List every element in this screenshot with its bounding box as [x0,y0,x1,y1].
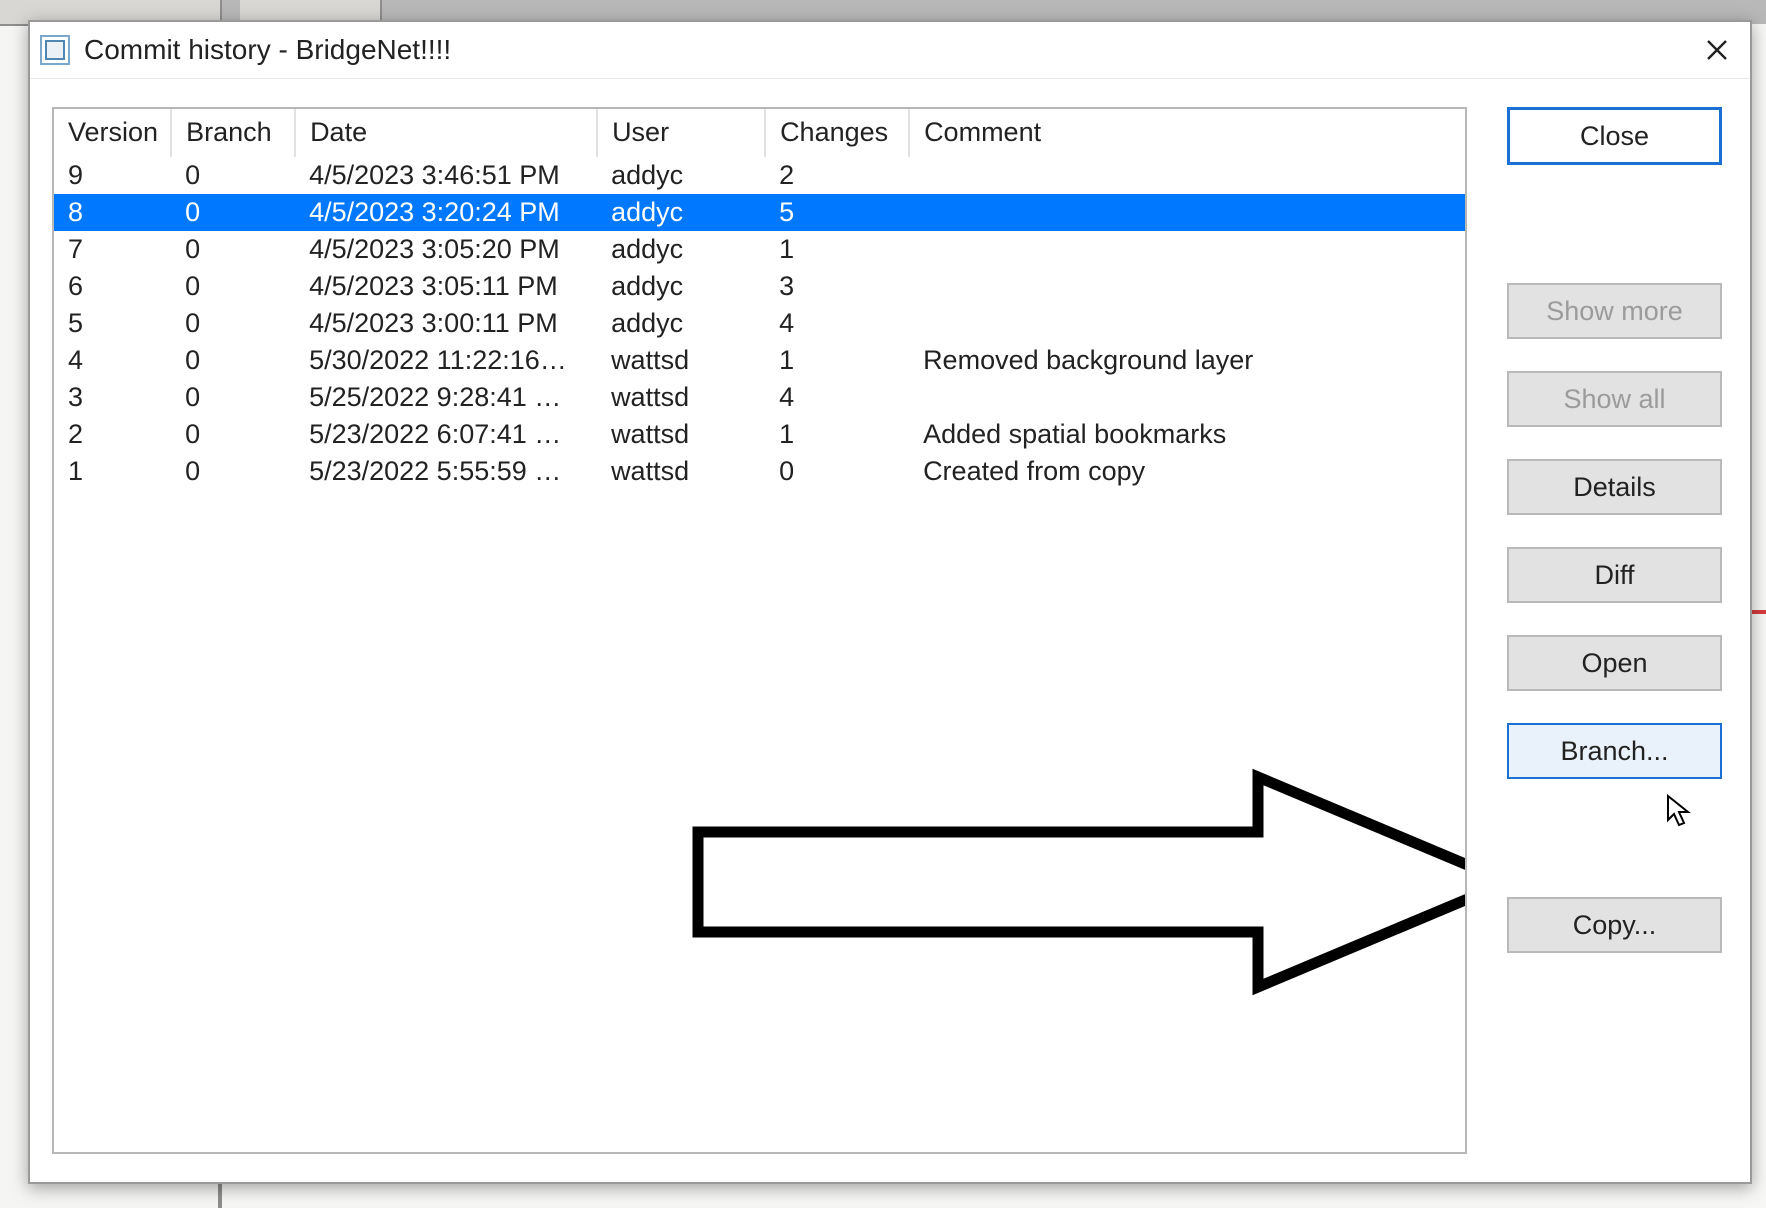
cell-version: 3 [54,379,171,416]
col-branch[interactable]: Branch [171,109,295,157]
col-date[interactable]: Date [295,109,597,157]
cell-comment [909,231,1465,268]
cell-date: 5/23/2022 5:55:59 … [295,453,597,490]
cell-changes: 4 [765,305,909,342]
cell-comment [909,305,1465,342]
cell-comment: Created from copy [909,453,1465,490]
cell-version: 5 [54,305,171,342]
cell-date: 4/5/2023 3:46:51 PM [295,157,597,195]
cell-comment [909,194,1465,231]
cell-user: addyc [597,305,765,342]
cell-changes: 1 [765,416,909,453]
cell-version: 2 [54,416,171,453]
cell-changes: 1 [765,231,909,268]
cell-branch: 0 [171,453,295,490]
col-version[interactable]: Version [54,109,171,157]
cell-changes: 4 [765,379,909,416]
cell-version: 8 [54,194,171,231]
cell-version: 6 [54,268,171,305]
cell-changes: 1 [765,342,909,379]
table-row[interactable]: 305/25/2022 9:28:41 …wattsd4 [54,379,1465,416]
cell-user: wattsd [597,342,765,379]
table-row[interactable]: 804/5/2023 3:20:24 PMaddyc5 [54,194,1465,231]
side-button-panel: Close Show more Show all Details Diff Op… [1507,107,1722,1154]
cell-date: 5/25/2022 9:28:41 … [295,379,597,416]
table-row[interactable]: 604/5/2023 3:05:11 PMaddyc3 [54,268,1465,305]
cell-branch: 0 [171,379,295,416]
open-button[interactable]: Open [1507,635,1722,691]
cell-user: wattsd [597,453,765,490]
cell-user: addyc [597,194,765,231]
table-row[interactable]: 704/5/2023 3:05:20 PMaddyc1 [54,231,1465,268]
cell-version: 9 [54,157,171,195]
commit-history-dialog: Commit history - BridgeNet!!!! Version B… [28,20,1752,1184]
cell-comment [909,379,1465,416]
cell-branch: 0 [171,342,295,379]
cell-branch: 0 [171,231,295,268]
cell-branch: 0 [171,416,295,453]
table-row[interactable]: 405/30/2022 11:22:16…wattsd1Removed back… [54,342,1465,379]
cell-changes: 0 [765,453,909,490]
app-icon [40,35,70,65]
show-all-button[interactable]: Show all [1507,371,1722,427]
col-user[interactable]: User [597,109,765,157]
table-row[interactable]: 205/23/2022 6:07:41 …wattsd1Added spatia… [54,416,1465,453]
cell-changes: 3 [765,268,909,305]
arrow-annotation [688,767,1467,997]
cell-date: 5/30/2022 11:22:16… [295,342,597,379]
cell-branch: 0 [171,305,295,342]
cell-user: addyc [597,268,765,305]
cell-comment: Removed background layer [909,342,1465,379]
cell-user: addyc [597,157,765,195]
cell-user: addyc [597,231,765,268]
cell-version: 4 [54,342,171,379]
cell-user: wattsd [597,416,765,453]
branch-button[interactable]: Branch... [1507,723,1722,779]
cell-comment: Added spatial bookmarks [909,416,1465,453]
cell-branch: 0 [171,157,295,195]
cell-branch: 0 [171,268,295,305]
cell-date: 4/5/2023 3:05:20 PM [295,231,597,268]
cell-date: 4/5/2023 3:20:24 PM [295,194,597,231]
cell-date: 4/5/2023 3:05:11 PM [295,268,597,305]
col-changes[interactable]: Changes [765,109,909,157]
copy-button[interactable]: Copy... [1507,897,1722,953]
details-button[interactable]: Details [1507,459,1722,515]
show-more-button[interactable]: Show more [1507,283,1722,339]
close-icon[interactable] [1692,28,1742,72]
cell-date: 4/5/2023 3:00:11 PM [295,305,597,342]
table-row[interactable]: 105/23/2022 5:55:59 …wattsd0Created from… [54,453,1465,490]
table-row[interactable]: 904/5/2023 3:46:51 PMaddyc2 [54,157,1465,195]
history-table[interactable]: Version Branch Date User Changes Comment… [52,107,1467,1154]
cell-branch: 0 [171,194,295,231]
cell-date: 5/23/2022 6:07:41 … [295,416,597,453]
cell-comment [909,157,1465,195]
cell-changes: 2 [765,157,909,195]
close-button[interactable]: Close [1507,107,1722,165]
window-title: Commit history - BridgeNet!!!! [84,34,451,66]
titlebar[interactable]: Commit history - BridgeNet!!!! [30,22,1750,79]
cell-changes: 5 [765,194,909,231]
diff-button[interactable]: Diff [1507,547,1722,603]
table-row[interactable]: 504/5/2023 3:00:11 PMaddyc4 [54,305,1465,342]
cell-user: wattsd [597,379,765,416]
cell-version: 7 [54,231,171,268]
col-comment[interactable]: Comment [909,109,1465,157]
cell-comment [909,268,1465,305]
cell-version: 1 [54,453,171,490]
table-header-row: Version Branch Date User Changes Comment [54,109,1465,157]
dialog-body: Version Branch Date User Changes Comment… [30,79,1750,1182]
